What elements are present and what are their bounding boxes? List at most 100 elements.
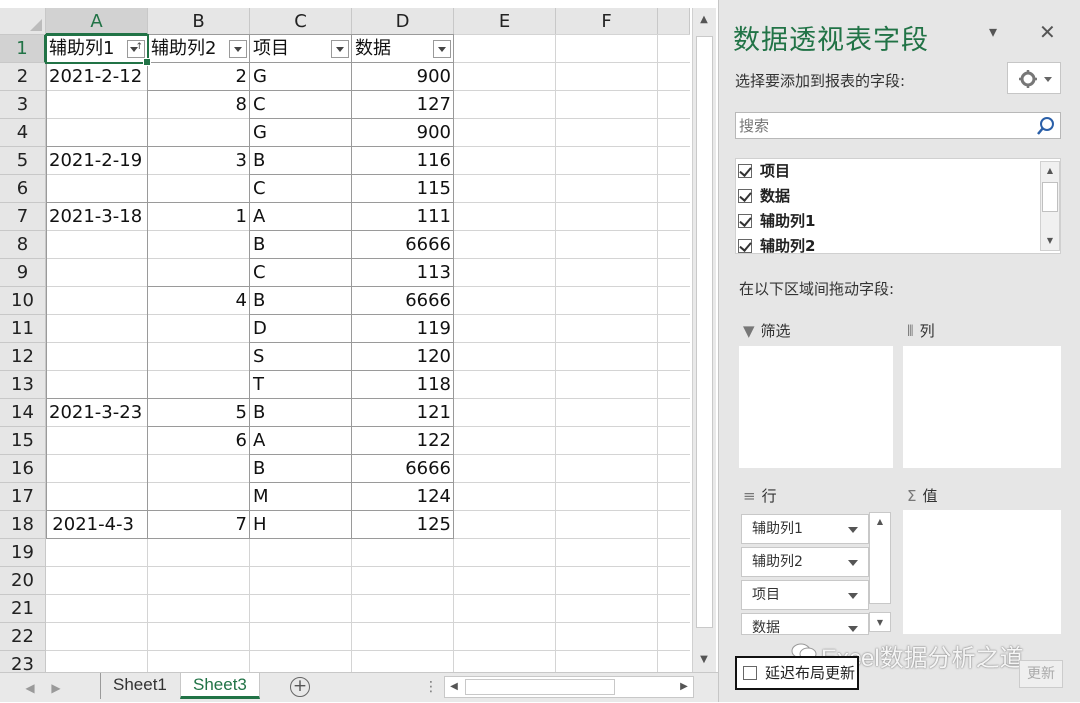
row-header[interactable]: 16 <box>0 455 46 483</box>
table-cell[interactable]: 6 <box>148 427 250 455</box>
table-cell[interactable]: 2021-3-18 <box>46 203 148 231</box>
scroll-down-icon[interactable]: ▼ <box>869 612 891 632</box>
table-cell[interactable]: 6666 <box>352 231 454 259</box>
update-button[interactable]: 更新 <box>1019 660 1063 688</box>
row-header[interactable]: 12 <box>0 343 46 371</box>
table-cell[interactable]: B <box>250 455 352 483</box>
column-header-b[interactable]: B <box>148 8 250 35</box>
row-header[interactable]: 6 <box>0 175 46 203</box>
row-header[interactable]: 20 <box>0 567 46 595</box>
row-field-chip[interactable]: 数据 <box>741 613 869 635</box>
search-icon[interactable] <box>1036 116 1056 136</box>
row-header[interactable]: 10 <box>0 287 46 315</box>
filter-dropdown-icon[interactable] <box>229 40 247 58</box>
tools-button[interactable] <box>1007 62 1061 94</box>
table-cell[interactable]: 900 <box>352 63 454 91</box>
row-header[interactable]: 21 <box>0 595 46 623</box>
table-cell[interactable]: 115 <box>352 175 454 203</box>
search-box[interactable] <box>735 112 1061 139</box>
row-header[interactable]: 9 <box>0 259 46 287</box>
row-header[interactable]: 5 <box>0 147 46 175</box>
table-cell[interactable] <box>46 371 148 399</box>
table-cell[interactable]: 2021-4-3 <box>46 511 148 539</box>
tab-scroll-left-icon[interactable]: ◀ <box>18 673 42 703</box>
row-field-chip[interactable]: 辅助列1 <box>741 514 869 544</box>
table-cell[interactable]: G <box>250 119 352 147</box>
table-cell[interactable]: A <box>250 203 352 231</box>
table-cell[interactable]: 1 <box>148 203 250 231</box>
vertical-scroll-thumb[interactable] <box>696 36 713 628</box>
table-cell[interactable]: C <box>250 175 352 203</box>
row-header[interactable]: 14 <box>0 399 46 427</box>
column-header-a[interactable]: A <box>46 8 148 35</box>
table-cell[interactable]: S <box>250 343 352 371</box>
table-cell[interactable]: B <box>250 399 352 427</box>
row-header[interactable]: 4 <box>0 119 46 147</box>
table-cell[interactable]: 2021-2-19 <box>46 147 148 175</box>
tab-sheet3[interactable]: Sheet3 <box>180 673 260 699</box>
table-cell[interactable] <box>148 259 250 287</box>
table-cell[interactable] <box>46 315 148 343</box>
table-cell[interactable]: 6666 <box>352 287 454 315</box>
scroll-left-icon[interactable]: ◀ <box>445 677 463 697</box>
table-cell[interactable]: T <box>250 371 352 399</box>
checkbox-checked-icon[interactable] <box>738 164 752 178</box>
table-cell[interactable] <box>46 455 148 483</box>
tab-split-handle-icon[interactable]: ⋮ <box>424 673 438 701</box>
table-cell[interactable]: 116 <box>352 147 454 175</box>
table-cell[interactable] <box>46 175 148 203</box>
table-cell[interactable] <box>46 343 148 371</box>
table-cell[interactable] <box>46 119 148 147</box>
scroll-down-icon[interactable]: ▼ <box>1041 232 1059 250</box>
row-field-chip[interactable]: 项目 <box>741 580 869 610</box>
table-cell[interactable]: 111 <box>352 203 454 231</box>
table-cell[interactable]: 6666 <box>352 455 454 483</box>
table-cell[interactable] <box>46 427 148 455</box>
row-header[interactable]: 3 <box>0 91 46 119</box>
table-cell[interactable]: B <box>250 147 352 175</box>
column-header-g-partial[interactable] <box>658 8 690 35</box>
field-list-scrollbar[interactable]: ▲ ▼ <box>1040 161 1060 251</box>
table-cell[interactable]: 125 <box>352 511 454 539</box>
tab-sheet1[interactable]: Sheet1 <box>100 673 179 699</box>
checkbox-checked-icon[interactable] <box>738 189 752 203</box>
table-cell[interactable]: C <box>250 259 352 287</box>
checkbox-unchecked-icon[interactable] <box>743 666 757 680</box>
table-cell[interactable]: 3 <box>148 147 250 175</box>
columns-drop-area[interactable] <box>903 346 1061 468</box>
table-cell[interactable]: 2021-3-23 <box>46 399 148 427</box>
field-list-scroll-thumb[interactable] <box>1042 182 1058 212</box>
table-cell[interactable]: C <box>250 91 352 119</box>
table-cell[interactable]: 2021-2-12 <box>46 63 148 91</box>
table-cell[interactable]: 124 <box>352 483 454 511</box>
table-cell[interactable]: 119 <box>352 315 454 343</box>
table-cell[interactable] <box>148 455 250 483</box>
table-cell[interactable] <box>46 231 148 259</box>
table-cell[interactable]: 118 <box>352 371 454 399</box>
table-cell[interactable]: 121 <box>352 399 454 427</box>
table-cell[interactable]: D <box>250 315 352 343</box>
scroll-up-icon[interactable]: ▲ <box>870 513 890 531</box>
table-cell[interactable]: 5 <box>148 399 250 427</box>
table-cell[interactable]: 900 <box>352 119 454 147</box>
table-cell[interactable] <box>148 371 250 399</box>
column-header-c[interactable]: C <box>250 8 352 35</box>
row-header[interactable]: 19 <box>0 539 46 567</box>
scroll-right-icon[interactable]: ▶ <box>675 677 693 697</box>
column-header-d[interactable]: D <box>352 8 454 35</box>
table-cell[interactable]: A <box>250 427 352 455</box>
scroll-up-icon[interactable]: ▲ <box>693 10 715 30</box>
add-sheet-icon[interactable]: + <box>290 677 310 697</box>
select-all-corner[interactable] <box>0 8 46 35</box>
close-icon[interactable]: ✕ <box>1039 20 1056 44</box>
row-header[interactable]: 17 <box>0 483 46 511</box>
field-item-shuju[interactable]: 数据 <box>738 184 790 208</box>
row-header[interactable]: 11 <box>0 315 46 343</box>
scroll-up-icon[interactable]: ▲ <box>1041 162 1059 180</box>
table-cell[interactable] <box>148 119 250 147</box>
row-field-chip[interactable]: 辅助列2 <box>741 547 869 577</box>
table-cell[interactable]: 7 <box>148 511 250 539</box>
table-cell[interactable]: H <box>250 511 352 539</box>
vertical-scrollbar[interactable]: ▲ ▼ <box>692 8 716 672</box>
table-cell[interactable]: 120 <box>352 343 454 371</box>
